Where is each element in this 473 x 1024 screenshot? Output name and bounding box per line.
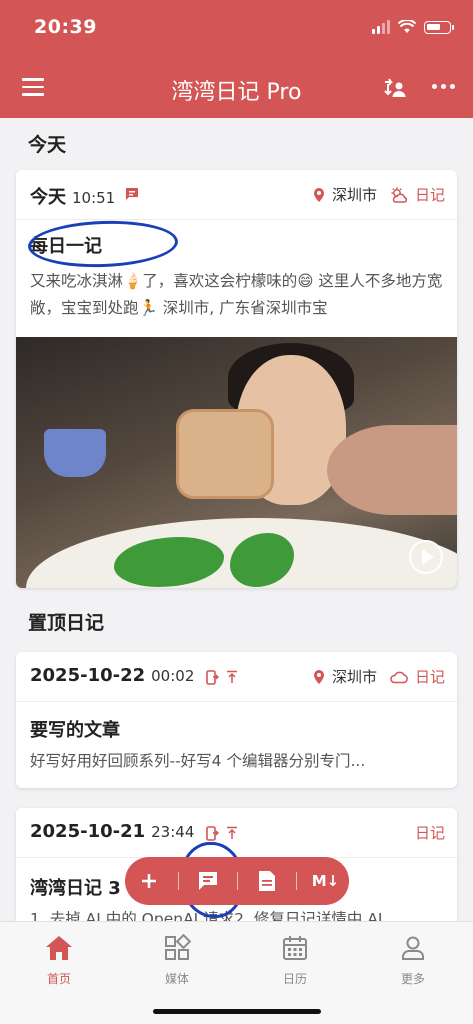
more-options-icon[interactable]: [432, 84, 455, 89]
entry-time: 10:51: [72, 189, 116, 207]
entry-location: 深圳市: [331, 186, 377, 204]
card-header: 2025-10-21 23:44 日记: [16, 808, 457, 858]
switch-account-icon[interactable]: [381, 76, 407, 100]
divider: [177, 872, 179, 890]
home-icon: [46, 936, 72, 960]
signal-icon: [372, 20, 390, 34]
tab-label: 更多: [400, 972, 425, 986]
entry-snippet: 好写好用好回顾系列--好写4 个编辑器分别专门...: [30, 752, 366, 770]
entry-tag[interactable]: 日记: [415, 822, 445, 843]
card-header: 今天 10:51 深圳市 日记: [16, 170, 457, 220]
tab-media[interactable]: 媒体: [137, 932, 217, 987]
entry-time: 23:44: [151, 823, 195, 841]
tab-calendar[interactable]: 日历: [255, 932, 335, 987]
tab-label: 媒体: [164, 972, 189, 986]
photo-hand: [327, 425, 457, 515]
media-grid-icon: [165, 934, 191, 960]
entry-meta: 日记: [415, 822, 445, 843]
tab-bar: 首页 媒体 日历 更多: [0, 921, 473, 1024]
app-header: 20:39 湾湾日记 Pro: [0, 0, 473, 118]
weather-sun-cloud-icon: [391, 187, 407, 203]
entry-date: 今天 10:51: [30, 187, 116, 208]
location-pin-icon: [313, 187, 324, 202]
photo-bowl: [44, 429, 106, 477]
photo-sign: [176, 409, 274, 499]
entry-video-thumbnail[interactable]: [16, 337, 457, 588]
quick-create-bar: M↓: [125, 857, 349, 905]
entry-location: 深圳市: [331, 668, 377, 686]
new-document-button[interactable]: [249, 863, 285, 899]
play-video-icon[interactable]: [409, 540, 443, 574]
section-title-pinned: 置顶日记: [28, 612, 105, 634]
entry-meta: 深圳市 日记: [312, 184, 445, 205]
pin-top-icon: [227, 826, 237, 839]
tab-label: 日历: [282, 972, 307, 986]
person-icon: [402, 936, 424, 960]
diary-card-pinned[interactable]: 2025-10-22 00:02 深圳市 日记 要写的文章 好写好用好回顾系列--…: [16, 652, 457, 788]
home-indicator: [153, 1009, 321, 1014]
nav-bar: 湾湾日记 Pro: [0, 62, 473, 114]
entry-title: 湾湾日记 3: [30, 878, 121, 899]
device-phone-icon: [206, 826, 219, 841]
tab-label: 首页: [46, 972, 71, 986]
entry-tag[interactable]: 日记: [415, 184, 445, 205]
entry-tag[interactable]: 日记: [415, 666, 445, 687]
weather-cloud-icon: [390, 671, 408, 683]
document-icon: [258, 871, 275, 891]
status-icons: [372, 20, 454, 34]
new-markdown-button[interactable]: M↓: [308, 863, 344, 899]
markdown-icon: M↓: [311, 872, 340, 890]
battery-icon: [424, 20, 454, 34]
plus-icon: [141, 874, 156, 888]
card-header: 2025-10-22 00:02 深圳市 日记: [16, 652, 457, 702]
comment-icon: [126, 188, 138, 200]
wifi-icon: [398, 20, 416, 33]
tab-more[interactable]: 更多: [373, 932, 453, 987]
location-pin-icon: [313, 669, 324, 684]
entry-date: 2025-10-22 00:02: [30, 665, 195, 686]
calendar-icon: [283, 936, 307, 960]
device-phone-icon: [206, 670, 219, 685]
entry-meta: 深圳市 日记: [312, 666, 445, 687]
section-title-today: 今天: [28, 134, 67, 156]
divider: [236, 872, 238, 890]
comment-icon: [198, 872, 217, 890]
entry-date: 2025-10-21 23:44: [30, 821, 195, 842]
entry-snippet: 1. 去掉 AI 中的 OpenAI 请求2. 修复日记详情中 AI: [30, 910, 383, 921]
divider: [295, 872, 297, 890]
new-comment-button[interactable]: [190, 863, 226, 899]
tab-home[interactable]: 首页: [19, 932, 99, 987]
status-time: 20:39: [34, 16, 97, 38]
entry-title: 要写的文章: [30, 720, 120, 741]
status-bar: 20:39: [0, 14, 473, 42]
add-entry-button[interactable]: [131, 863, 167, 899]
pin-top-icon: [227, 670, 237, 683]
entry-snippet: 又来吃冰淇淋🍦了，喜欢这会柠檬味的😄 这里人不多地方宽敞，宝宝到处跑🏃 深圳市,…: [30, 272, 443, 317]
entry-time: 00:02: [151, 667, 195, 685]
